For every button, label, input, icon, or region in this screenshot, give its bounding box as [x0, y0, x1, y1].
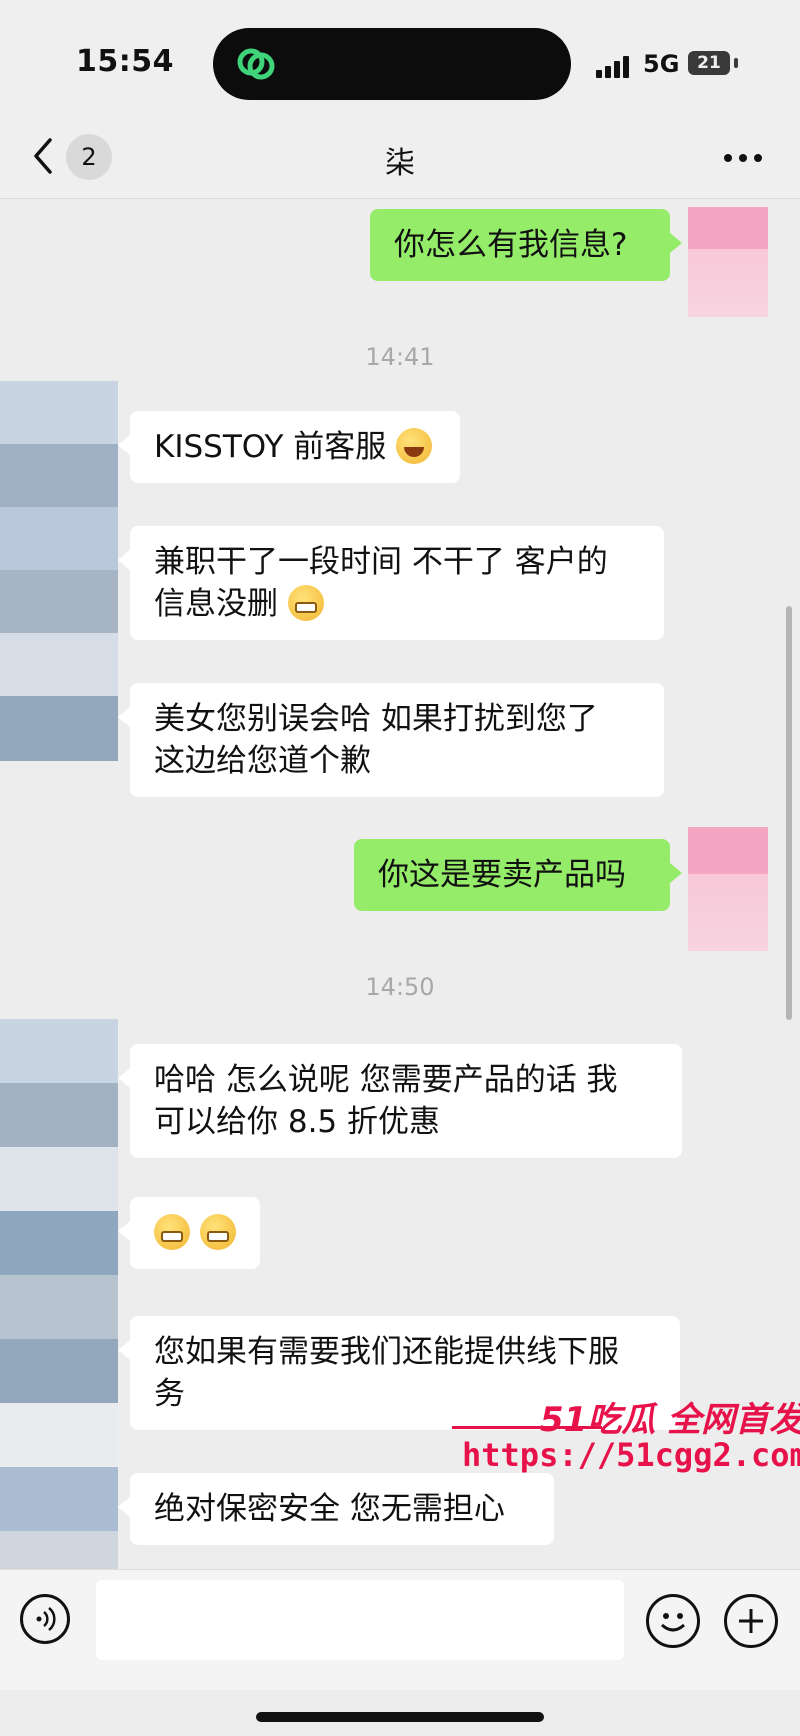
message-list: 你怎么有我信息? 14:41 KISSTOY 前客服 兼职干了一段时间 不干了 …: [0, 199, 800, 1599]
chat-header: 2 柒: [0, 118, 800, 199]
emoji-icon[interactable]: [646, 1594, 700, 1648]
grimacing-emoji-icon: [287, 585, 324, 621]
network-type: 5G: [643, 50, 680, 78]
timestamp: 14:41: [365, 343, 435, 371]
message-text-line: 这边给您道个歉: [154, 743, 371, 779]
watermark-url: https://51cgg2.com: [462, 1436, 800, 1474]
input-bar: [0, 1569, 800, 1690]
dynamic-island: [213, 28, 571, 100]
contact-avatar[interactable]: [0, 381, 118, 761]
message-text-line: 美女您别误会哈 如果打扰到您了: [154, 701, 598, 737]
message-outgoing[interactable]: 你怎么有我信息?: [370, 209, 682, 281]
message-text-line: 哈哈 怎么说呢 您需要产品的话 我: [154, 1062, 618, 1098]
message-incoming[interactable]: 哈哈 怎么说呢 您需要产品的话 我 可以给你 8.5 折优惠: [118, 1044, 682, 1158]
status-bar: 15:54 5G 21: [0, 0, 800, 118]
message-incoming[interactable]: 兼职干了一段时间 不干了 客户的 信息没删: [118, 526, 664, 640]
watermark: 51吃瓜 全网首发 https://51cgg2.com: [452, 1392, 800, 1482]
more-dots-icon[interactable]: [724, 154, 764, 164]
message-incoming[interactable]: 绝对保密安全 您无需担心: [118, 1473, 554, 1545]
grimacing-emoji-icon: [154, 1214, 190, 1250]
my-avatar[interactable]: [688, 207, 768, 317]
message-text: 你怎么有我信息?: [394, 227, 628, 263]
contact-name: 柒: [385, 146, 415, 181]
crying-laughing-emoji-icon: [396, 428, 433, 464]
message-text: KISSTOY 前客服: [154, 429, 387, 465]
watermark-line: [452, 1426, 602, 1429]
battery-tip: [734, 58, 738, 68]
message-incoming[interactable]: 美女您别误会哈 如果打扰到您了 这边给您道个歉: [118, 683, 664, 797]
message-outgoing[interactable]: 你这是要卖产品吗: [354, 839, 682, 911]
grimacing-emoji-icon: [199, 1214, 236, 1250]
message-text: 你这是要卖产品吗: [378, 857, 626, 893]
message-text-line: 您如果有需要我们还能提供线下服: [154, 1334, 619, 1370]
plus-icon[interactable]: [724, 1594, 778, 1648]
message-text: 绝对保密安全 您无需担心: [154, 1491, 505, 1527]
signal-icon: [596, 52, 636, 78]
message-incoming[interactable]: [118, 1197, 260, 1269]
message-incoming[interactable]: KISSTOY 前客服: [118, 411, 460, 483]
message-text-line: 兼职干了一段时间 不干了 客户的: [154, 544, 608, 580]
app-link-icon: [237, 48, 275, 80]
clock: 15:54: [76, 44, 174, 79]
message-input[interactable]: [96, 1580, 624, 1660]
watermark-brand: 51吃瓜 全网首发: [540, 1400, 800, 1440]
message-text-line: 信息没删: [154, 586, 278, 622]
message-text-line: 可以给你 8.5 折优惠: [154, 1104, 441, 1140]
contact-avatar[interactable]: [0, 1019, 118, 1599]
my-avatar[interactable]: [688, 827, 768, 951]
battery-icon: 21: [688, 51, 730, 75]
timestamp: 14:50: [365, 973, 435, 1001]
home-indicator[interactable]: [256, 1712, 544, 1722]
voice-icon[interactable]: [20, 1594, 70, 1644]
